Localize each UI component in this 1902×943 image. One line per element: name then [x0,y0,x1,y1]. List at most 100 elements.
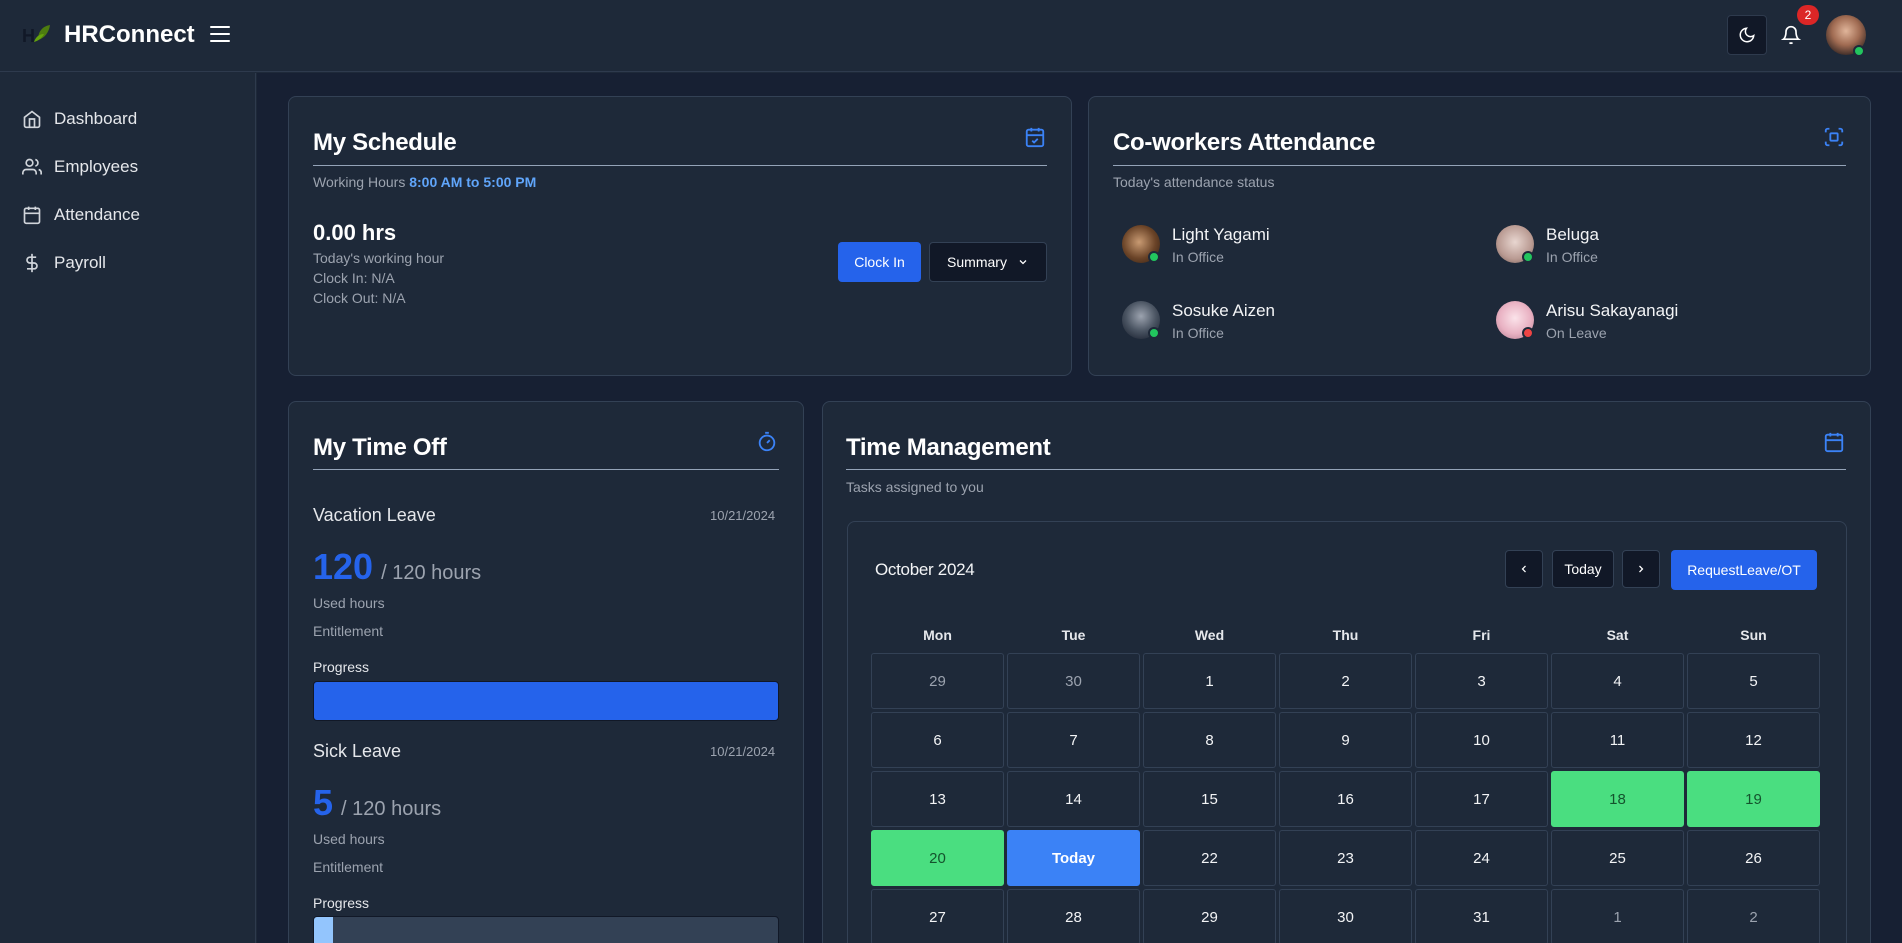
working-hours-value: 8:00 AM to 5:00 PM [409,174,537,190]
avatar [1122,301,1160,339]
sidebar-item-label: Payroll [54,253,106,272]
calendar-icon [23,206,41,225]
prev-month-button[interactable] [1505,550,1543,588]
schedule-title: My Schedule [313,129,457,156]
avatar [1496,225,1534,263]
coworker-item[interactable]: Beluga In Office [1496,225,1599,265]
calendar-day[interactable]: 7 [1007,712,1140,768]
menu-toggle-icon[interactable] [210,26,230,44]
today-button[interactable]: Today [1552,550,1614,588]
svg-text:H: H [22,26,35,46]
request-leave-button[interactable]: RequestLeave/OT [1671,550,1817,590]
entitlement-label: Entitlement [313,623,384,639]
weekday-header: Fri [1472,627,1491,643]
calendar-day[interactable]: 1 [1143,653,1276,709]
coworker-name: Arisu Sakayanagi [1546,301,1679,320]
calendar-day[interactable]: 11 [1551,712,1684,768]
weekday-header: Mon [923,627,952,643]
notification-badge: 2 [1797,5,1819,25]
progress-fill [314,917,334,943]
calendar-day[interactable]: 14 [1007,771,1140,827]
calendar-day[interactable]: 1 [1551,889,1684,943]
leave-type: Sick Leave [313,741,402,761]
online-indicator [1148,327,1160,339]
weekday-header: Sat [1606,627,1629,643]
calendar-day[interactable]: 27 [871,889,1004,943]
sidebar-item-dashboard[interactable]: Dashboard [22,109,137,129]
hours-caption: Today's working hour [313,250,445,266]
clock-in-button[interactable]: Clock In [838,242,921,282]
calendar-day[interactable]: 4 [1551,653,1684,709]
calendar-day[interactable]: 31 [1415,889,1548,943]
moon-icon [1739,27,1755,43]
calendar-day[interactable]: 23 [1279,830,1412,886]
logo[interactable]: H HRConnect [22,20,195,50]
sidebar: Dashboard Employees Attendance Payroll [0,73,256,943]
weekday-header: Thu [1332,627,1359,643]
calendar-day[interactable]: 9 [1279,712,1412,768]
coworker-status: In Office [1172,325,1224,341]
weekday-header: Wed [1194,627,1225,643]
coworker-item[interactable]: Light Yagami In Office [1122,225,1270,265]
calendar-day[interactable]: 10 [1415,712,1548,768]
online-indicator [1522,251,1534,263]
calendar-day[interactable]: 15 [1143,771,1276,827]
calendar-day[interactable]: 20 [871,830,1004,886]
leave-usage: 120 / 120 hours [313,546,481,588]
leave-indicator [1522,327,1534,339]
calendar-day[interactable]: 22 [1143,830,1276,886]
user-online-indicator [1853,45,1865,57]
avatar [1496,301,1534,339]
progress-label: Progress [313,895,370,911]
calendar-day[interactable]: 12 [1687,712,1820,768]
calendar-day[interactable]: 19 [1687,771,1820,827]
calendar-day[interactable]: 29 [1143,889,1276,943]
theme-toggle-button[interactable] [1727,15,1767,55]
calendar-day-today[interactable]: Today [1007,830,1140,886]
coworker-item[interactable]: Arisu Sakayanagi On Leave [1496,301,1678,341]
sidebar-item-label: Attendance [54,205,141,224]
calendar-day[interactable]: 5 [1687,653,1820,709]
coworker-status: In Office [1172,249,1224,265]
chevron-left-icon [1521,565,1526,573]
calendar-day[interactable]: 30 [1279,889,1412,943]
calendar-day[interactable]: 29 [871,653,1004,709]
sidebar-item-attendance[interactable]: Attendance [22,205,140,225]
coworkers-subtitle: Today's attendance status [1113,174,1275,190]
progress-label: Progress [313,659,370,675]
calendar-day[interactable]: 2 [1279,653,1412,709]
notifications-button[interactable] [1777,20,1805,50]
app-brand: HRConnect [64,21,195,48]
calendar-grid-icon [1823,431,1845,458]
summary-label: Summary [947,254,1007,270]
next-month-button[interactable] [1622,550,1660,588]
calendar-day[interactable]: 28 [1007,889,1140,943]
sidebar-item-employees[interactable]: Employees [22,157,138,177]
calendar-day[interactable]: 25 [1551,830,1684,886]
leave-used-value: 120 [313,546,374,587]
calendar-day[interactable]: 30 [1007,653,1140,709]
coworker-item[interactable]: Sosuke Aizen In Office [1122,301,1275,341]
calendar-day[interactable]: 13 [871,771,1004,827]
calendar-day[interactable]: 18 [1551,771,1684,827]
summary-dropdown[interactable]: Summary [929,242,1047,282]
calendar-day[interactable]: 17 [1415,771,1548,827]
sidebar-item-payroll[interactable]: Payroll [22,253,106,273]
leave-date: 10/21/2024 [710,508,776,523]
calendar-day[interactable]: 24 [1415,830,1548,886]
calendar-day[interactable]: 16 [1279,771,1412,827]
entitlement-label: Entitlement [313,859,384,875]
calendar-day[interactable]: 2 [1687,889,1820,943]
leave-date: 10/21/2024 [710,744,776,759]
sidebar-item-label: Dashboard [54,109,138,128]
progress-bar [313,916,779,943]
calendar-grid: 29 30 1 2 3 4 5 6 7 8 9 10 11 12 13 14 15 16 17 18 19 20 Today… [871,653,1821,943]
calendar-day[interactable]: 3 [1415,653,1548,709]
calendar-day[interactable]: 6 [871,712,1004,768]
coworker-name: Light Yagami [1172,225,1270,244]
coworker-status: On Leave [1546,325,1607,341]
chevron-right-icon [1639,565,1644,573]
calendar-month: October 2024 [875,560,975,579]
calendar-day[interactable]: 26 [1687,830,1820,886]
calendar-day[interactable]: 8 [1143,712,1276,768]
